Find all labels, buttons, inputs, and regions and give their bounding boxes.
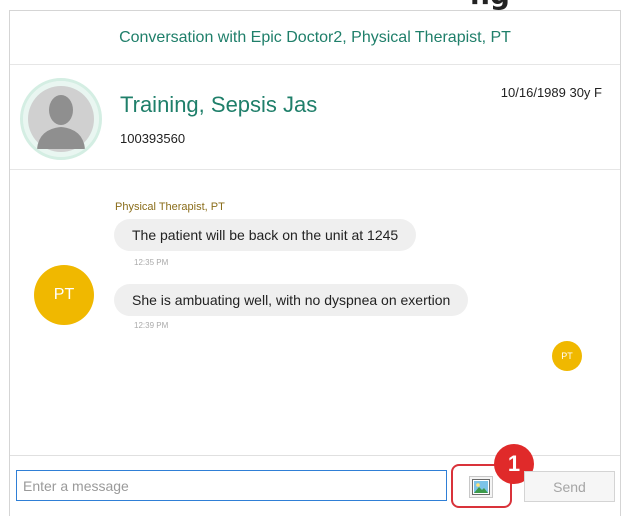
message-timestamp: 12:35 PM (134, 258, 169, 267)
clipped-heading: ng (470, 0, 510, 9)
patient-header: Training, Sepsis Jas 100393560 10/16/198… (10, 65, 620, 170)
message-input[interactable] (16, 470, 447, 501)
self-avatar: PT (552, 341, 582, 371)
patient-avatar (20, 78, 102, 160)
message-bubble: The patient will be back on the unit at … (114, 219, 417, 251)
message-bubble: She is ambuating well, with no dyspnea o… (114, 284, 469, 316)
conversation-window: Conversation with Epic Doctor2, Physical… (9, 10, 621, 516)
message-timestamp: 12:39 PM (134, 321, 169, 330)
patient-mrn: 100393560 (120, 131, 186, 146)
conversation-title: Conversation with Epic Doctor2, Physical… (119, 28, 511, 46)
patient-name: Training, Sepsis Jas (120, 92, 318, 117)
message-list[interactable]: Physical Therapist, PT The patient will … (10, 171, 620, 454)
page: ng Conversation with Epic Doctor2, Physi… (0, 0, 629, 516)
sender-label: Physical Therapist, PT (115, 201, 225, 213)
patient-demographics: 10/16/1989 30y F (500, 85, 602, 100)
image-icon (469, 475, 493, 498)
title-bar: Conversation with Epic Doctor2, Physical… (10, 11, 620, 65)
composer-bar: 1 Send (10, 444, 620, 516)
send-button[interactable]: Send (524, 471, 615, 502)
person-silhouette-icon (23, 81, 99, 157)
sender-avatar: PT (34, 265, 94, 325)
